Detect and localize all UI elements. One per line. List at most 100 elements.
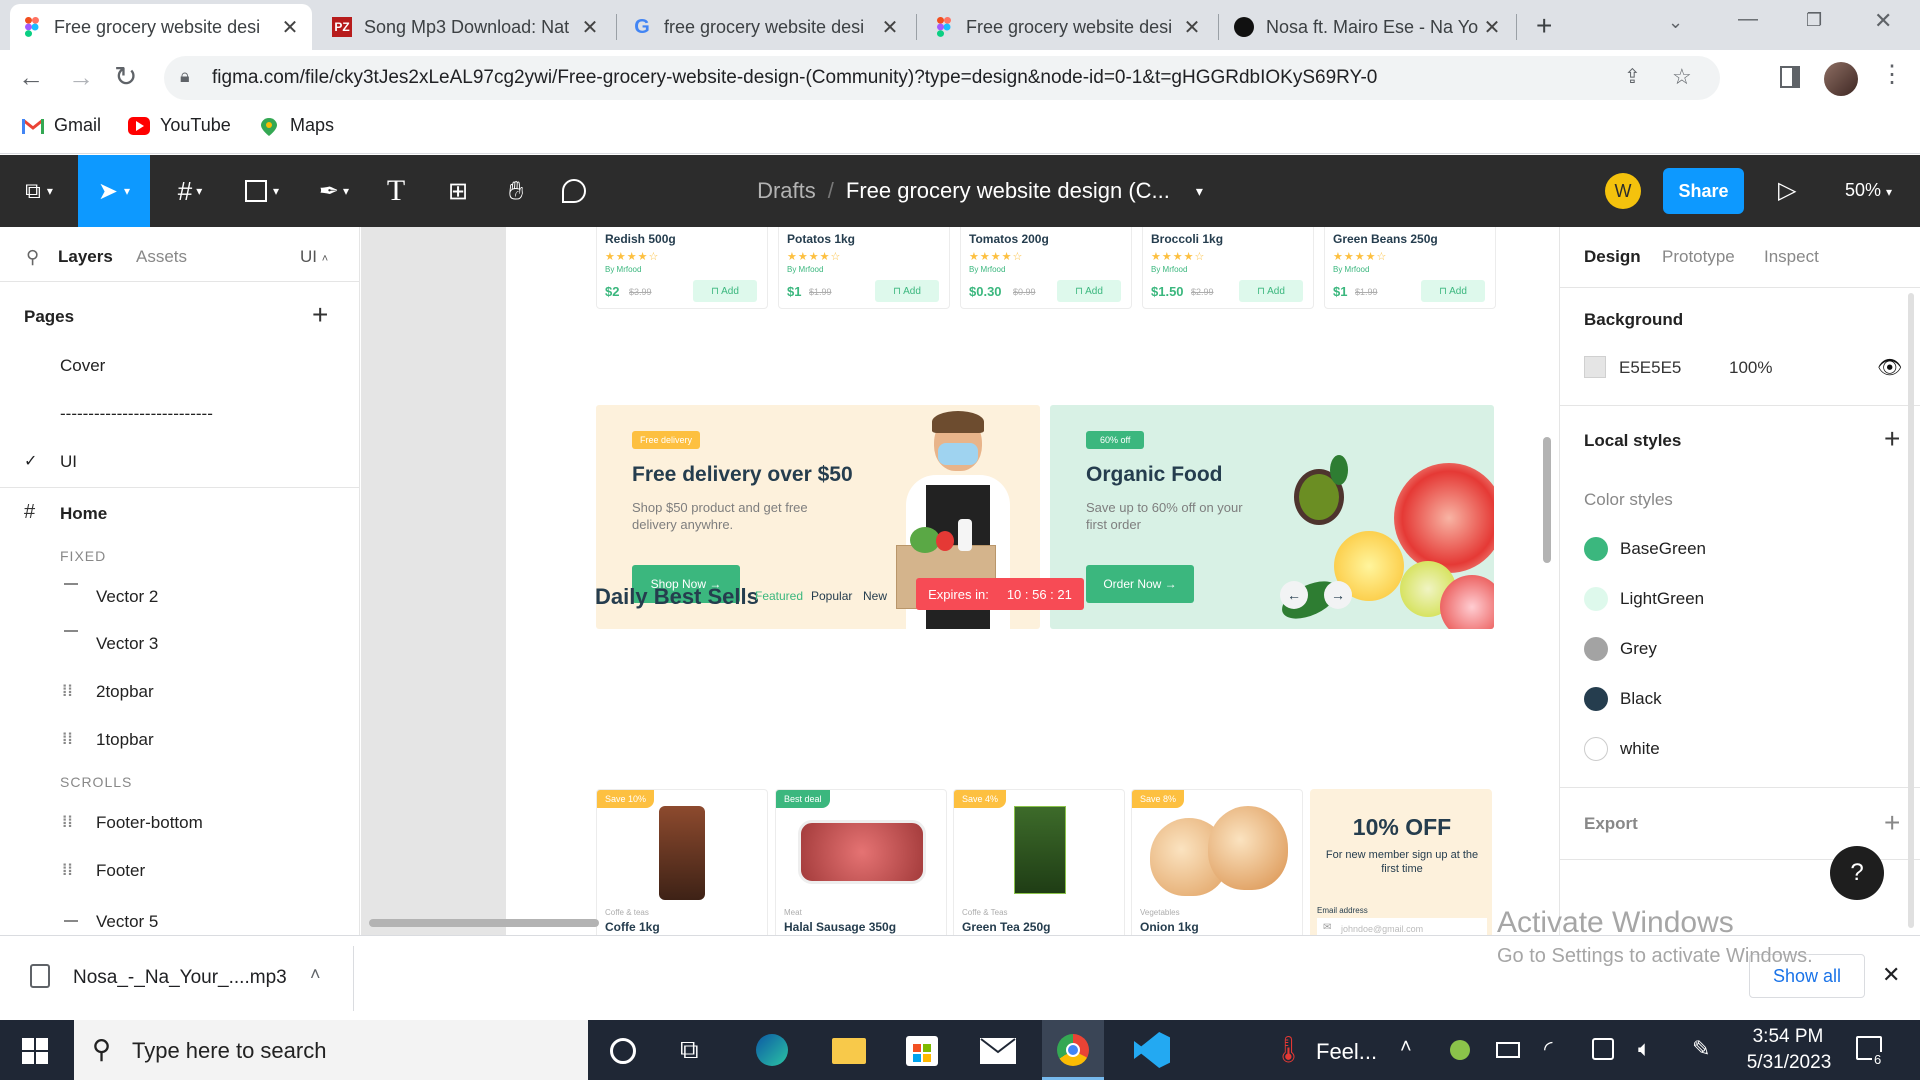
color-style-swatch[interactable]: [1584, 637, 1608, 661]
layer-footer[interactable]: Footer: [96, 861, 145, 881]
deal-card[interactable]: Save 4% Coffe & Teas Green Tea 250g: [953, 789, 1125, 935]
tab-prototype[interactable]: Prototype: [1662, 247, 1735, 267]
add-export-icon[interactable]: +: [1884, 807, 1900, 839]
layer-footer-bottom[interactable]: Footer-bottom: [96, 813, 203, 833]
comment-tool[interactable]: [550, 155, 598, 227]
vscode-icon[interactable]: [1134, 1032, 1170, 1068]
help-button[interactable]: ?: [1830, 846, 1884, 900]
add-style-icon[interactable]: +: [1884, 423, 1900, 455]
add-to-cart-button[interactable]: ⊓ Add: [1239, 280, 1303, 302]
eye-icon[interactable]: 👁︎: [1877, 355, 1902, 380]
close-tab-icon[interactable]: ✕: [280, 15, 300, 40]
edge-icon[interactable]: [756, 1034, 788, 1066]
horizontal-scrollbar[interactable]: [369, 919, 599, 927]
minimize-icon[interactable]: —: [1738, 8, 1758, 31]
file-breadcrumb[interactable]: Drafts / Free grocery website design (C.…: [740, 155, 1220, 227]
resources-tool[interactable]: ⊞: [434, 155, 482, 227]
arrow-left-icon[interactable]: ←: [1280, 581, 1308, 609]
share-page-icon[interactable]: ⇪: [1624, 64, 1641, 89]
frame-tool[interactable]: # ▾: [160, 155, 220, 227]
tab-song[interactable]: PZ Song Mp3 Download: Nat ✕: [320, 4, 612, 50]
promo-card[interactable]: 10% OFF For new member sign up at the fi…: [1310, 789, 1492, 935]
add-to-cart-button[interactable]: ⊓ Add: [1057, 280, 1121, 302]
add-to-cart-button[interactable]: ⊓ Add: [1421, 280, 1485, 302]
mail-icon[interactable]: [980, 1038, 1016, 1064]
color-style-black[interactable]: Black: [1620, 689, 1662, 709]
new-tab-icon[interactable]: +: [1536, 10, 1552, 42]
email-field[interactable]: ✉ johndoe@gmail.com: [1317, 918, 1487, 935]
color-style-lightgreen[interactable]: LightGreen: [1620, 589, 1704, 609]
layer-vector-2[interactable]: Vector 2: [96, 587, 158, 607]
background-hex[interactable]: E5E5E5: [1619, 358, 1681, 378]
breadcrumb-drafts[interactable]: Drafts: [757, 178, 816, 204]
layer-vector-3[interactable]: Vector 3: [96, 634, 158, 654]
taskbar-search-box[interactable]: ⚲ Type here to search: [74, 1020, 588, 1080]
color-style-grey[interactable]: Grey: [1620, 639, 1657, 659]
background-swatch[interactable]: [1584, 356, 1606, 378]
product-card[interactable]: Redish 500g ★★★★☆ By Mrfood $2 $3.99 ⊓ A…: [596, 227, 768, 309]
tab-google[interactable]: G free grocery website desi ✕: [620, 4, 912, 50]
volume-icon[interactable]: 🔈︎: [1638, 1036, 1651, 1062]
layer-home-frame[interactable]: Home: [60, 504, 107, 524]
product-card[interactable]: Tomatos 200g ★★★★☆ By Mrfood $0.30 $0.99…: [960, 227, 1132, 309]
layer-1topbar[interactable]: 1topbar: [96, 730, 154, 750]
side-panel-icon[interactable]: [1780, 66, 1800, 88]
meet-now-icon[interactable]: [1592, 1038, 1614, 1060]
close-tab-icon[interactable]: ✕: [1182, 15, 1202, 40]
vertical-scrollbar[interactable]: [1543, 437, 1551, 563]
weather-text[interactable]: Feel...: [1316, 1039, 1377, 1065]
bookmark-maps[interactable]: Maps: [258, 115, 334, 136]
wifi-icon[interactable]: ◜: [1544, 1036, 1553, 1062]
restore-icon[interactable]: ❐: [1806, 10, 1822, 31]
add-to-cart-button[interactable]: ⊓ Add: [693, 280, 757, 302]
close-download-bar-icon[interactable]: ✕: [1882, 962, 1900, 988]
bookmark-youtube[interactable]: YouTube: [128, 115, 231, 136]
bookmark-gmail[interactable]: Gmail: [22, 115, 101, 136]
reload-icon[interactable]: ↻: [114, 60, 137, 93]
address-bar[interactable]: 🔒︎ figma.com/file/cky3tJes2xLeAL97cg2ywi…: [164, 56, 1720, 100]
page-selector[interactable]: UI ˄: [300, 247, 328, 267]
cortana-icon[interactable]: [610, 1038, 636, 1064]
tab-assets[interactable]: Assets: [136, 247, 187, 267]
hand-tool[interactable]: ✋︎: [492, 155, 540, 227]
windows-start-icon[interactable]: [22, 1038, 48, 1064]
search-icon[interactable]: ⚲: [26, 247, 39, 268]
shape-tool[interactable]: ▾: [232, 155, 292, 227]
color-style-swatch[interactable]: [1584, 537, 1608, 561]
zoom-dropdown[interactable]: 50% ▾: [1845, 180, 1892, 201]
deal-card[interactable]: Best deal Meat Halal Sausage 350g: [775, 789, 947, 935]
pen-workspace-icon[interactable]: ✎: [1692, 1036, 1710, 1062]
background-opacity[interactable]: 100%: [1729, 358, 1772, 378]
tab-search-icon[interactable]: ⌄: [1668, 12, 1683, 33]
close-window-icon[interactable]: ✕: [1874, 8, 1892, 34]
color-style-swatch[interactable]: [1584, 737, 1608, 761]
page-ui[interactable]: UI: [60, 452, 77, 472]
color-style-basegreen[interactable]: BaseGreen: [1620, 539, 1706, 559]
text-tool[interactable]: T: [372, 155, 420, 227]
tab-featured[interactable]: Featured: [755, 589, 803, 603]
tab-popular[interactable]: Popular: [811, 589, 852, 603]
profile-avatar[interactable]: [1824, 62, 1858, 96]
tab-figma[interactable]: Free grocery website desi ✕: [922, 4, 1214, 50]
color-style-swatch[interactable]: [1584, 687, 1608, 711]
chevron-up-icon[interactable]: ˄: [1400, 1036, 1412, 1059]
page-cover[interactable]: Cover: [60, 356, 105, 376]
chevron-down-icon[interactable]: ▾: [1196, 183, 1203, 200]
user-avatar[interactable]: W: [1605, 173, 1641, 209]
present-play-icon[interactable]: ▷: [1778, 176, 1796, 205]
tray-app-icon[interactable]: [1450, 1040, 1470, 1060]
figma-main-menu[interactable]: ⧉ ▾: [0, 155, 78, 227]
deal-card[interactable]: Save 8% Vegetables Onion 1kg: [1131, 789, 1303, 935]
clock-date[interactable]: 5/31/2023: [1742, 1052, 1836, 1074]
product-card[interactable]: Potatos 1kg ★★★★☆ By Mrfood $1 $1.99 ⊓ A…: [778, 227, 950, 309]
back-icon[interactable]: ←: [18, 62, 44, 93]
deal-card[interactable]: Save 10% Coffe & teas Coffe 1kg: [596, 789, 768, 935]
add-page-icon[interactable]: +: [312, 299, 328, 331]
tab-figma-active[interactable]: Free grocery website desi ✕: [10, 4, 312, 50]
clock-time[interactable]: 3:54 PM: [1748, 1026, 1828, 1048]
layer-2topbar[interactable]: 2topbar: [96, 682, 154, 702]
close-tab-icon[interactable]: ✕: [1482, 15, 1502, 40]
move-tool[interactable]: ➤ ▾: [78, 155, 150, 227]
close-tab-icon[interactable]: ✕: [580, 15, 600, 40]
arrow-right-icon[interactable]: →: [1324, 581, 1352, 609]
